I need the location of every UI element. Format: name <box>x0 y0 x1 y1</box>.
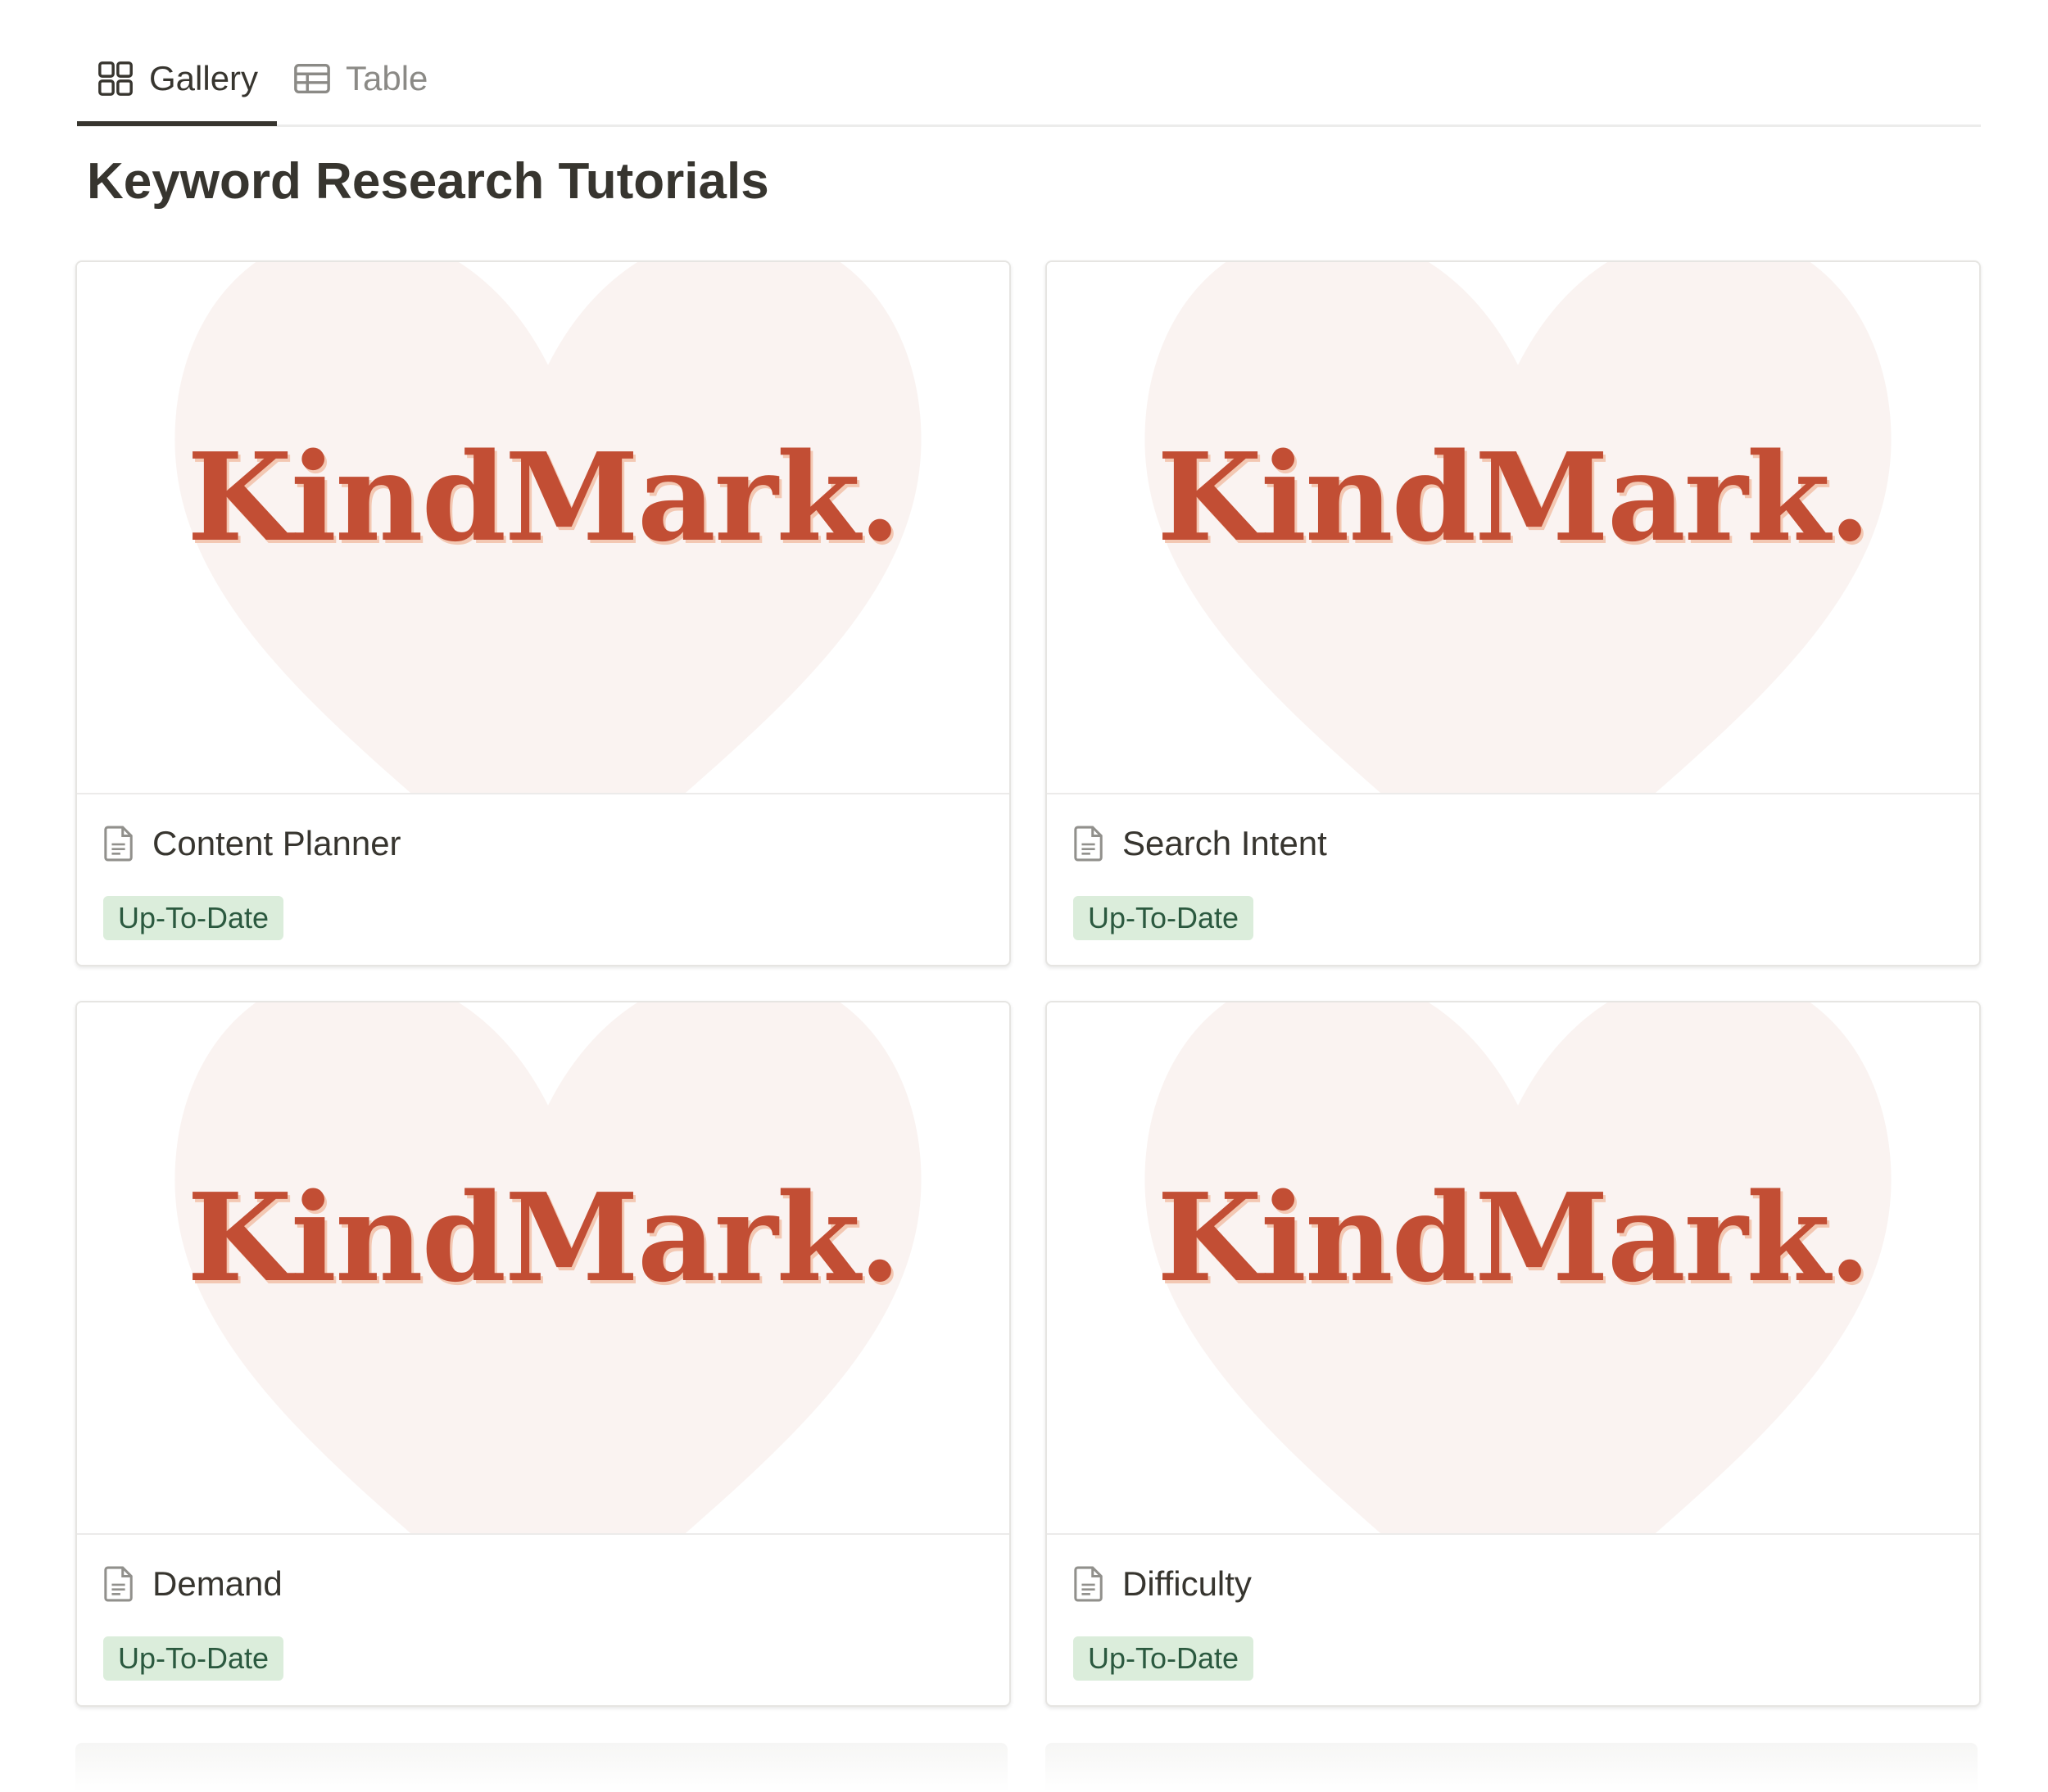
card-title-row: Search Intent <box>1073 819 1327 868</box>
page-icon <box>104 826 133 862</box>
card-title: Difficulty <box>1122 1564 1252 1603</box>
card-title: Content Planner <box>152 824 401 862</box>
card-cover-image: KindMark. <box>77 262 1009 794</box>
cover-brand-text: KindMark. <box>187 1166 901 1309</box>
tab-table[interactable]: Table <box>293 33 428 124</box>
page-icon <box>1074 826 1103 862</box>
card-cover-image: KindMark. <box>77 1002 1009 1535</box>
view-tabs: Gallery Table <box>77 33 1981 127</box>
card-cover-image: KindMark. <box>1047 1002 1979 1535</box>
card-cover-image: KindMark. <box>1047 262 1979 794</box>
status-badge: Up-To-Date <box>1073 1636 1254 1681</box>
card-title: Search Intent <box>1122 824 1327 862</box>
gallery-icon <box>98 61 133 96</box>
status-badge: Up-To-Date <box>103 896 284 940</box>
status-badge: Up-To-Date <box>103 1636 284 1681</box>
table-icon <box>294 63 330 94</box>
card-title: Demand <box>152 1564 283 1603</box>
tab-gallery-label: Gallery <box>149 59 259 97</box>
cover-brand-text: KindMark. <box>1157 1166 1871 1309</box>
page-icon <box>1074 1566 1103 1602</box>
gallery-card-partial[interactable] <box>1045 1743 1978 1792</box>
gallery-card[interactable]: KindMark. Search Intent Up-To-Date <box>1045 260 1981 966</box>
gallery-card[interactable]: KindMark. Demand Up-To-Date <box>75 1001 1011 1707</box>
page-icon <box>104 1566 133 1602</box>
card-title-row: Difficulty <box>1073 1559 1252 1609</box>
cover-brand-text: KindMark. <box>187 426 901 568</box>
page-title: Keyword Research Tutorials <box>87 153 769 210</box>
gallery-card[interactable]: KindMark. Difficulty Up-To-Date <box>1045 1001 1981 1707</box>
tab-gallery[interactable]: Gallery <box>97 33 258 124</box>
cover-brand-text: KindMark. <box>1157 426 1871 568</box>
active-tab-indicator <box>77 121 277 126</box>
tab-table-label: Table <box>346 59 428 97</box>
gallery-card-partial[interactable] <box>75 1743 1008 1792</box>
gallery-card[interactable]: KindMark. Content Planner Up-To-Date <box>75 260 1011 966</box>
status-badge: Up-To-Date <box>1073 896 1254 940</box>
card-title-row: Demand <box>103 1559 283 1609</box>
card-title-row: Content Planner <box>103 819 401 868</box>
